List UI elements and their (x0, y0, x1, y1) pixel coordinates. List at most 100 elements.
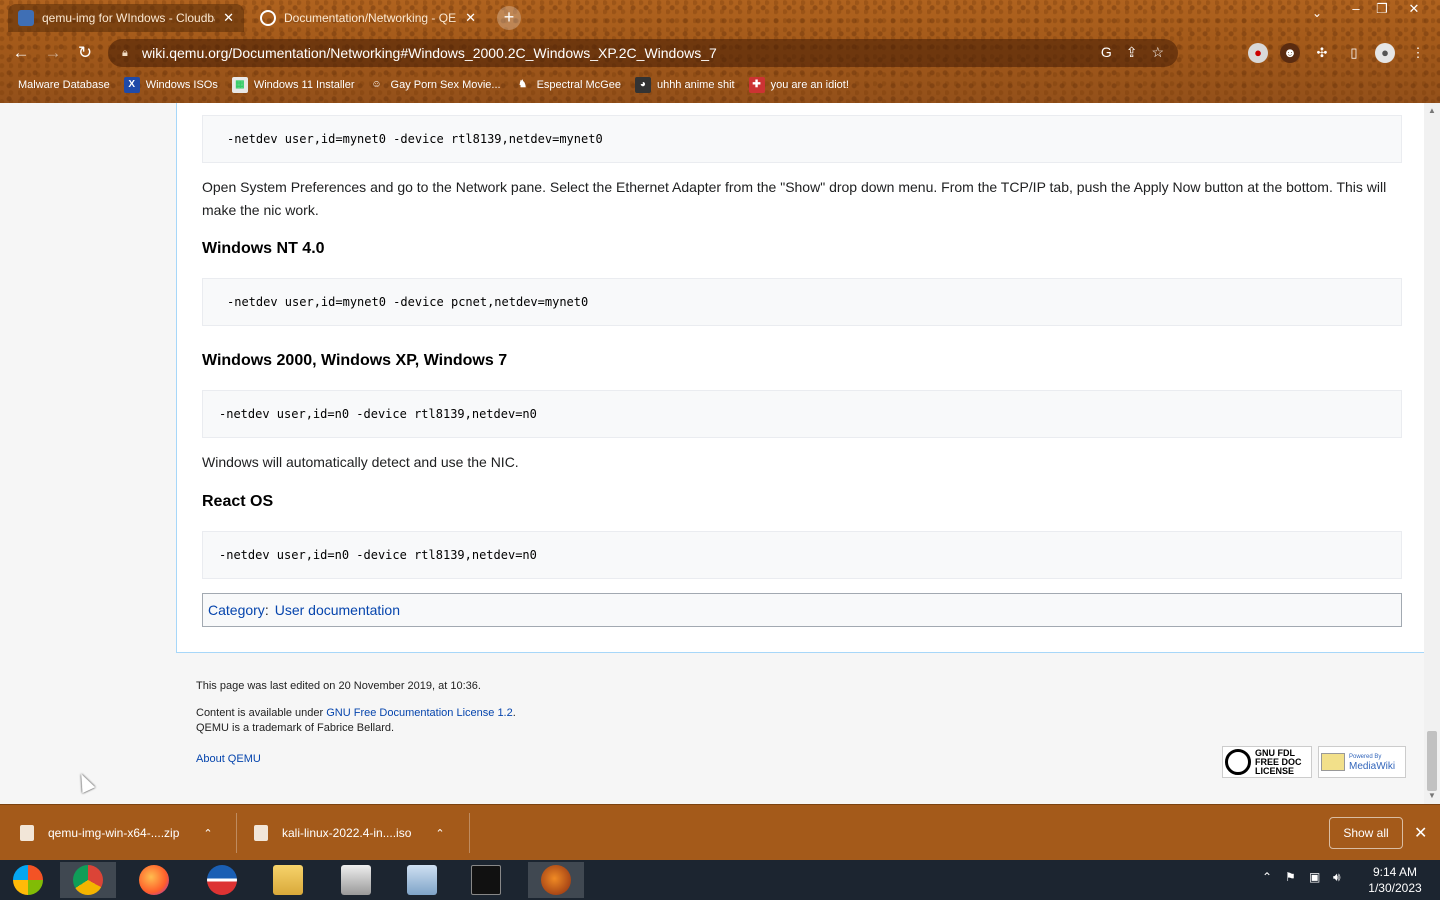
terminal-icon (471, 865, 501, 895)
profile-avatar-icon[interactable]: ● (1375, 43, 1395, 63)
extension-icon[interactable]: ● (1248, 43, 1268, 63)
bookmark-label: Gay Porn Sex Movie... (390, 79, 501, 91)
bookmark-anime[interactable]: ◕ uhhh anime shit (634, 77, 735, 93)
bookmark-you-are-an-idiot[interactable]: ✚ you are an idiot! (748, 77, 849, 93)
taskbar-cmd[interactable] (458, 862, 514, 898)
taskbar-firefox[interactable] (126, 862, 182, 898)
taskbar-app-bird[interactable] (528, 862, 584, 898)
window-close-icon[interactable]: ✕ (1401, 0, 1427, 20)
chevron-up-icon[interactable]: ⌃ (435, 827, 444, 840)
chevron-up-icon[interactable]: ⌃ (1262, 870, 1272, 884)
close-icon[interactable]: ✕ (465, 10, 476, 26)
tab-strip: qemu-img for WIndows - Cloudbase ✕ Docum… (0, 0, 1440, 34)
x-icon: X (123, 77, 140, 93)
minimize-icon[interactable]: – (1343, 0, 1369, 20)
start-button[interactable] (0, 862, 56, 898)
system-clock[interactable]: 9:14 AM 1/30/2023 (1355, 864, 1435, 896)
bookmark-espectral-mcgee[interactable]: ♞ Espectral McGee (515, 77, 621, 93)
page-viewport: -netdev user,id=mynet0 -device rtl8139,n… (0, 103, 1424, 804)
download-filename: kali-linux-2022.4-in....iso (282, 826, 412, 840)
firefox-icon (139, 865, 169, 895)
installer-icon: ▦ (231, 77, 248, 93)
taskbar-file-explorer[interactable] (260, 862, 316, 898)
reload-icon[interactable]: ↻ (74, 42, 96, 64)
globe-icon (260, 10, 276, 26)
tab-title: qemu-img for WIndows - Cloudbase (42, 11, 216, 25)
google-icon[interactable]: G (1101, 44, 1112, 61)
share-icon[interactable]: ⇪ (1126, 44, 1138, 61)
ghost-icon: ♞ (518, 79, 528, 90)
start-orb-icon (13, 865, 43, 895)
paragraph: Windows will automatically detect and us… (202, 454, 519, 470)
star-icon[interactable]: ☆ (1151, 44, 1164, 61)
show-all-button[interactable]: Show all (1329, 817, 1403, 849)
browser-chrome: qemu-img for WIndows - Cloudbase ✕ Docum… (0, 0, 1440, 103)
volume-icon[interactable]: 🔊︎ (1333, 870, 1341, 885)
category-user-documentation-link[interactable]: User documentation (275, 602, 400, 618)
close-icon[interactable]: ✕ (1414, 823, 1427, 843)
download-filename: qemu-img-win-x64-....zip (48, 826, 180, 840)
footer-text: Content is available under (196, 707, 327, 719)
clock-date: 1/30/2023 (1368, 881, 1422, 895)
bookmark-label: Windows ISOs (145, 79, 218, 91)
article-content: -netdev user,id=mynet0 -device rtl8139,n… (176, 103, 1424, 653)
taskbar-store[interactable] (328, 862, 384, 898)
divider (236, 813, 237, 853)
bookmark-label: Espectral McGee (536, 79, 621, 91)
puzzle-icon[interactable]: ✣ (1312, 43, 1332, 63)
store-icon (341, 865, 371, 895)
category-link[interactable]: Category (208, 602, 265, 618)
download-bar: qemu-img-win-x64-....zip ⌃ kali-linux-20… (0, 804, 1440, 860)
extension-face-icon[interactable]: ☻ (1280, 43, 1300, 63)
scroll-down-icon[interactable]: ▼ (1428, 791, 1436, 800)
kebab-menu-icon[interactable]: ⋮ (1408, 43, 1428, 63)
taskbar: ⌃ ⚑ ▣ 🔊︎ 9:14 AM 1/30/2023 (0, 860, 1440, 900)
about-qemu-link[interactable]: About QEMU (196, 753, 261, 765)
section-heading-react-os: React OS (202, 493, 274, 510)
gfdl-logo-icon (1225, 749, 1251, 775)
bookmarks-bar: Malware Database X Windows ISOs ▦ Window… (0, 72, 1440, 98)
gfdl-badge[interactable]: GNU FDL FREE DOC LICENSE (1222, 746, 1312, 778)
mediawiki-logo-icon (1321, 753, 1345, 771)
forward-arrow-icon[interactable]: → (42, 42, 64, 64)
chevron-up-icon[interactable]: ⌃ (203, 827, 212, 840)
download-item-qemu-img[interactable]: qemu-img-win-x64-....zip ⌃ (20, 805, 213, 861)
divider (469, 813, 470, 853)
taskbar-app-blue-globe[interactable] (194, 862, 250, 898)
page-scrollbar[interactable]: ▲ ▼ (1424, 103, 1440, 804)
scrollbar-thumb[interactable] (1427, 731, 1437, 791)
chevron-down-icon[interactable]: ⌄ (1312, 6, 1322, 20)
gfdl-line: LICENSE (1255, 765, 1295, 776)
action-center-flag-icon[interactable]: ⚑ (1285, 870, 1296, 884)
scroll-up-icon[interactable]: ▲ (1428, 106, 1436, 115)
url-text[interactable]: wiki.qemu.org/Documentation/Networking#W… (142, 45, 717, 61)
side-panel-icon[interactable]: ▯ (1344, 43, 1364, 63)
back-arrow-icon[interactable]: ← (10, 42, 32, 64)
code-text: -netdev user,id=mynet0 -device pcnet,net… (227, 295, 589, 309)
taskbar-control-panel[interactable] (394, 862, 450, 898)
close-icon[interactable]: ✕ (223, 10, 234, 26)
tab-qemu-img[interactable]: qemu-img for WIndows - Cloudbase ✕ (8, 4, 244, 32)
taskbar-chrome[interactable] (60, 862, 116, 898)
tab-title: Documentation/Networking - QEMU (284, 11, 458, 25)
new-tab-button[interactable]: + (497, 6, 521, 30)
mouse-cursor-icon (74, 770, 96, 794)
mediawiki-badge[interactable]: Powered By MediaWiki (1318, 746, 1406, 778)
network-icon[interactable]: ▣ (1309, 870, 1320, 884)
bookmark-label: uhhh anime shit (656, 79, 735, 91)
restore-icon[interactable]: ❐ (1369, 0, 1395, 20)
bird-app-icon (541, 865, 571, 895)
section-heading-windows-nt: Windows NT 4.0 (202, 240, 325, 257)
bookmark-label: you are an idiot! (770, 79, 849, 91)
code-block: -netdev user,id=mynet0 -device pcnet,net… (202, 278, 1402, 326)
address-bar[interactable]: 🔒︎ wiki.qemu.org/Documentation/Networkin… (108, 39, 1178, 67)
bookmark-windows-11-installer[interactable]: ▦ Windows 11 Installer (231, 77, 355, 93)
anime-icon: ◕ (634, 77, 651, 93)
bookmark-malware-database[interactable]: Malware Database (18, 79, 110, 91)
tab-documentation-networking[interactable]: Documentation/Networking - QEMU ✕ (250, 4, 486, 32)
download-item-kali-linux[interactable]: kali-linux-2022.4-in....iso ⌃ (254, 805, 445, 861)
bookmark-movie[interactable]: ☺ Gay Porn Sex Movie... (369, 77, 501, 93)
omnibox-icons: G ⇪ ☆ (1101, 44, 1164, 61)
license-link[interactable]: GNU Free Documentation License 1.2 (326, 707, 512, 719)
bookmark-windows-isos[interactable]: X Windows ISOs (123, 77, 218, 93)
